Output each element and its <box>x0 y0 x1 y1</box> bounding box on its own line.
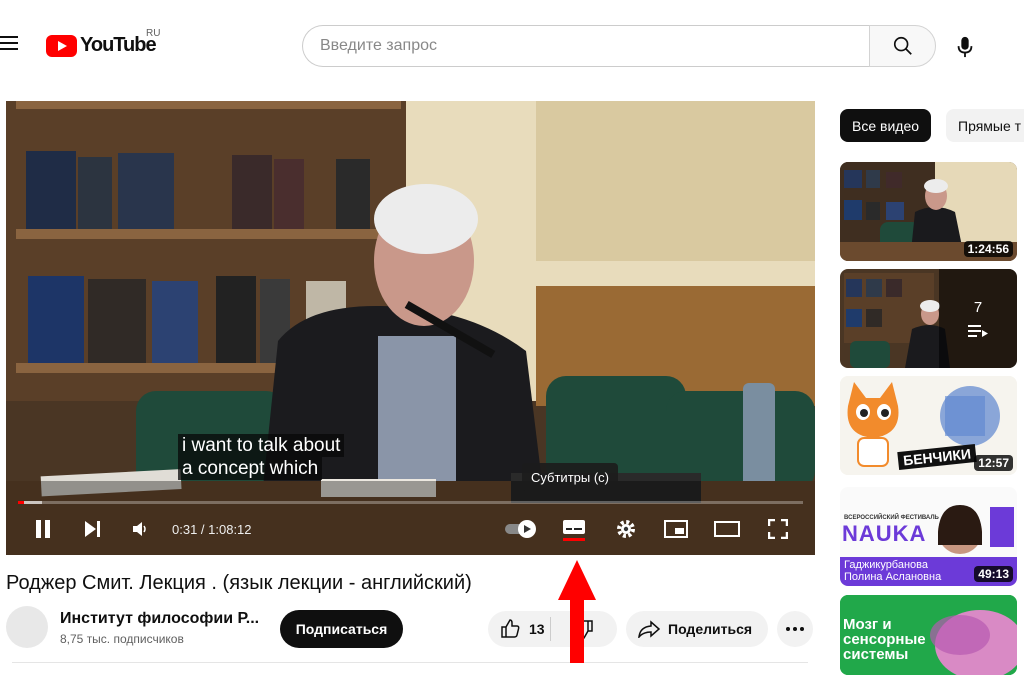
annotation-arrow-icon <box>558 560 596 663</box>
search-button[interactable] <box>869 25 936 67</box>
more-horizontal-icon <box>786 627 804 631</box>
settings-button[interactable] <box>611 514 641 544</box>
youtube-play-icon <box>46 34 77 57</box>
thumbnail-names: Гаджикурбанова Полина Аслановна <box>844 559 942 583</box>
progress-buffered <box>24 501 42 504</box>
recommended-video-1[interactable]: 1:24:56 <box>840 162 1017 261</box>
volume-button[interactable] <box>126 514 154 544</box>
microphone-icon <box>957 36 973 58</box>
thumbnail-title: NAUKA <box>842 521 927 546</box>
video-frame <box>6 101 815 555</box>
gear-icon <box>617 520 635 538</box>
subscribe-button[interactable]: Подписаться <box>280 610 403 648</box>
video-title: Роджер Смит. Лекция . (язык лекции - анг… <box>6 572 472 594</box>
share-button[interactable]: Поделиться <box>626 611 768 647</box>
captions-tooltip: Субтитры (c) <box>522 463 618 491</box>
voice-search-button[interactable] <box>944 26 986 68</box>
thumbnail-caption: Мозг и сенсорные системы <box>843 616 926 663</box>
autoplay-icon <box>505 520 536 538</box>
volume-icon <box>133 522 146 536</box>
autoplay-toggle[interactable] <box>502 514 542 544</box>
playlist-count: 7 <box>973 299 983 316</box>
channel-name[interactable]: Институт философии Р... <box>60 610 259 628</box>
captions-button[interactable] <box>558 514 590 544</box>
theater-icon <box>714 521 740 537</box>
recommended-video-4[interactable]: ВСЕРОССИЙСКИЙ ФЕСТИВАЛЬ NAUKA Гаджикурба… <box>840 487 1017 586</box>
channel-avatar[interactable] <box>6 606 48 648</box>
video-duration: 1:24:56 <box>963 241 1013 257</box>
video-duration: 49:13 <box>974 566 1013 582</box>
more-actions-button[interactable] <box>777 611 813 647</box>
caption-line-1: i want to talk about <box>178 434 345 457</box>
like-count: 13 <box>529 621 545 637</box>
chip-all-videos[interactable]: Все видео <box>840 109 932 142</box>
pause-icon <box>36 520 50 538</box>
progress-played <box>18 501 24 504</box>
next-button[interactable] <box>78 514 108 544</box>
captions-icon <box>563 520 585 541</box>
recommended-playlist[interactable]: 7 <box>840 269 1017 368</box>
caption-line-2: a concept which <box>178 457 323 480</box>
like-dislike-group: 13 <box>488 611 617 647</box>
miniplayer-icon <box>664 520 688 538</box>
recommended-video-5[interactable]: Мозг и сенсорные системы <box>840 595 1017 675</box>
fullscreen-icon <box>768 519 788 539</box>
video-player[interactable]: i want to talk about a concept which Суб… <box>6 101 815 555</box>
recommended-video-3[interactable]: БЕНЧИКИ 12:57 <box>840 376 1017 475</box>
next-icon <box>85 521 100 537</box>
menu-icon[interactable] <box>0 36 20 54</box>
search-input[interactable]: Введите запрос <box>302 25 870 67</box>
logo-text: YouTube <box>80 34 157 56</box>
playlist-icon <box>968 325 988 337</box>
share-label: Поделиться <box>668 621 753 637</box>
progress-bar[interactable] <box>18 501 803 504</box>
youtube-logo[interactable]: YouTube RU <box>46 28 160 57</box>
divider <box>12 662 808 663</box>
time-display: 0:31 / 1:08:12 <box>172 522 252 537</box>
video-duration: 12:57 <box>974 455 1013 471</box>
like-button[interactable]: 13 <box>488 611 550 647</box>
share-icon <box>638 620 660 638</box>
thumbs-up-icon <box>501 619 520 638</box>
pause-button[interactable] <box>28 514 58 544</box>
captions: i want to talk about a concept which <box>178 434 345 480</box>
country-code: RU <box>146 28 161 39</box>
chip-live[interactable]: Прямые т <box>946 109 1024 142</box>
subscriber-count: 8,75 тыс. подписчиков <box>60 632 184 646</box>
search-icon <box>893 36 912 55</box>
fullscreen-button[interactable] <box>763 514 793 544</box>
playlist-overlay: 7 <box>939 269 1017 368</box>
theater-mode-button[interactable] <box>711 514 743 544</box>
miniplayer-button[interactable] <box>661 514 691 544</box>
